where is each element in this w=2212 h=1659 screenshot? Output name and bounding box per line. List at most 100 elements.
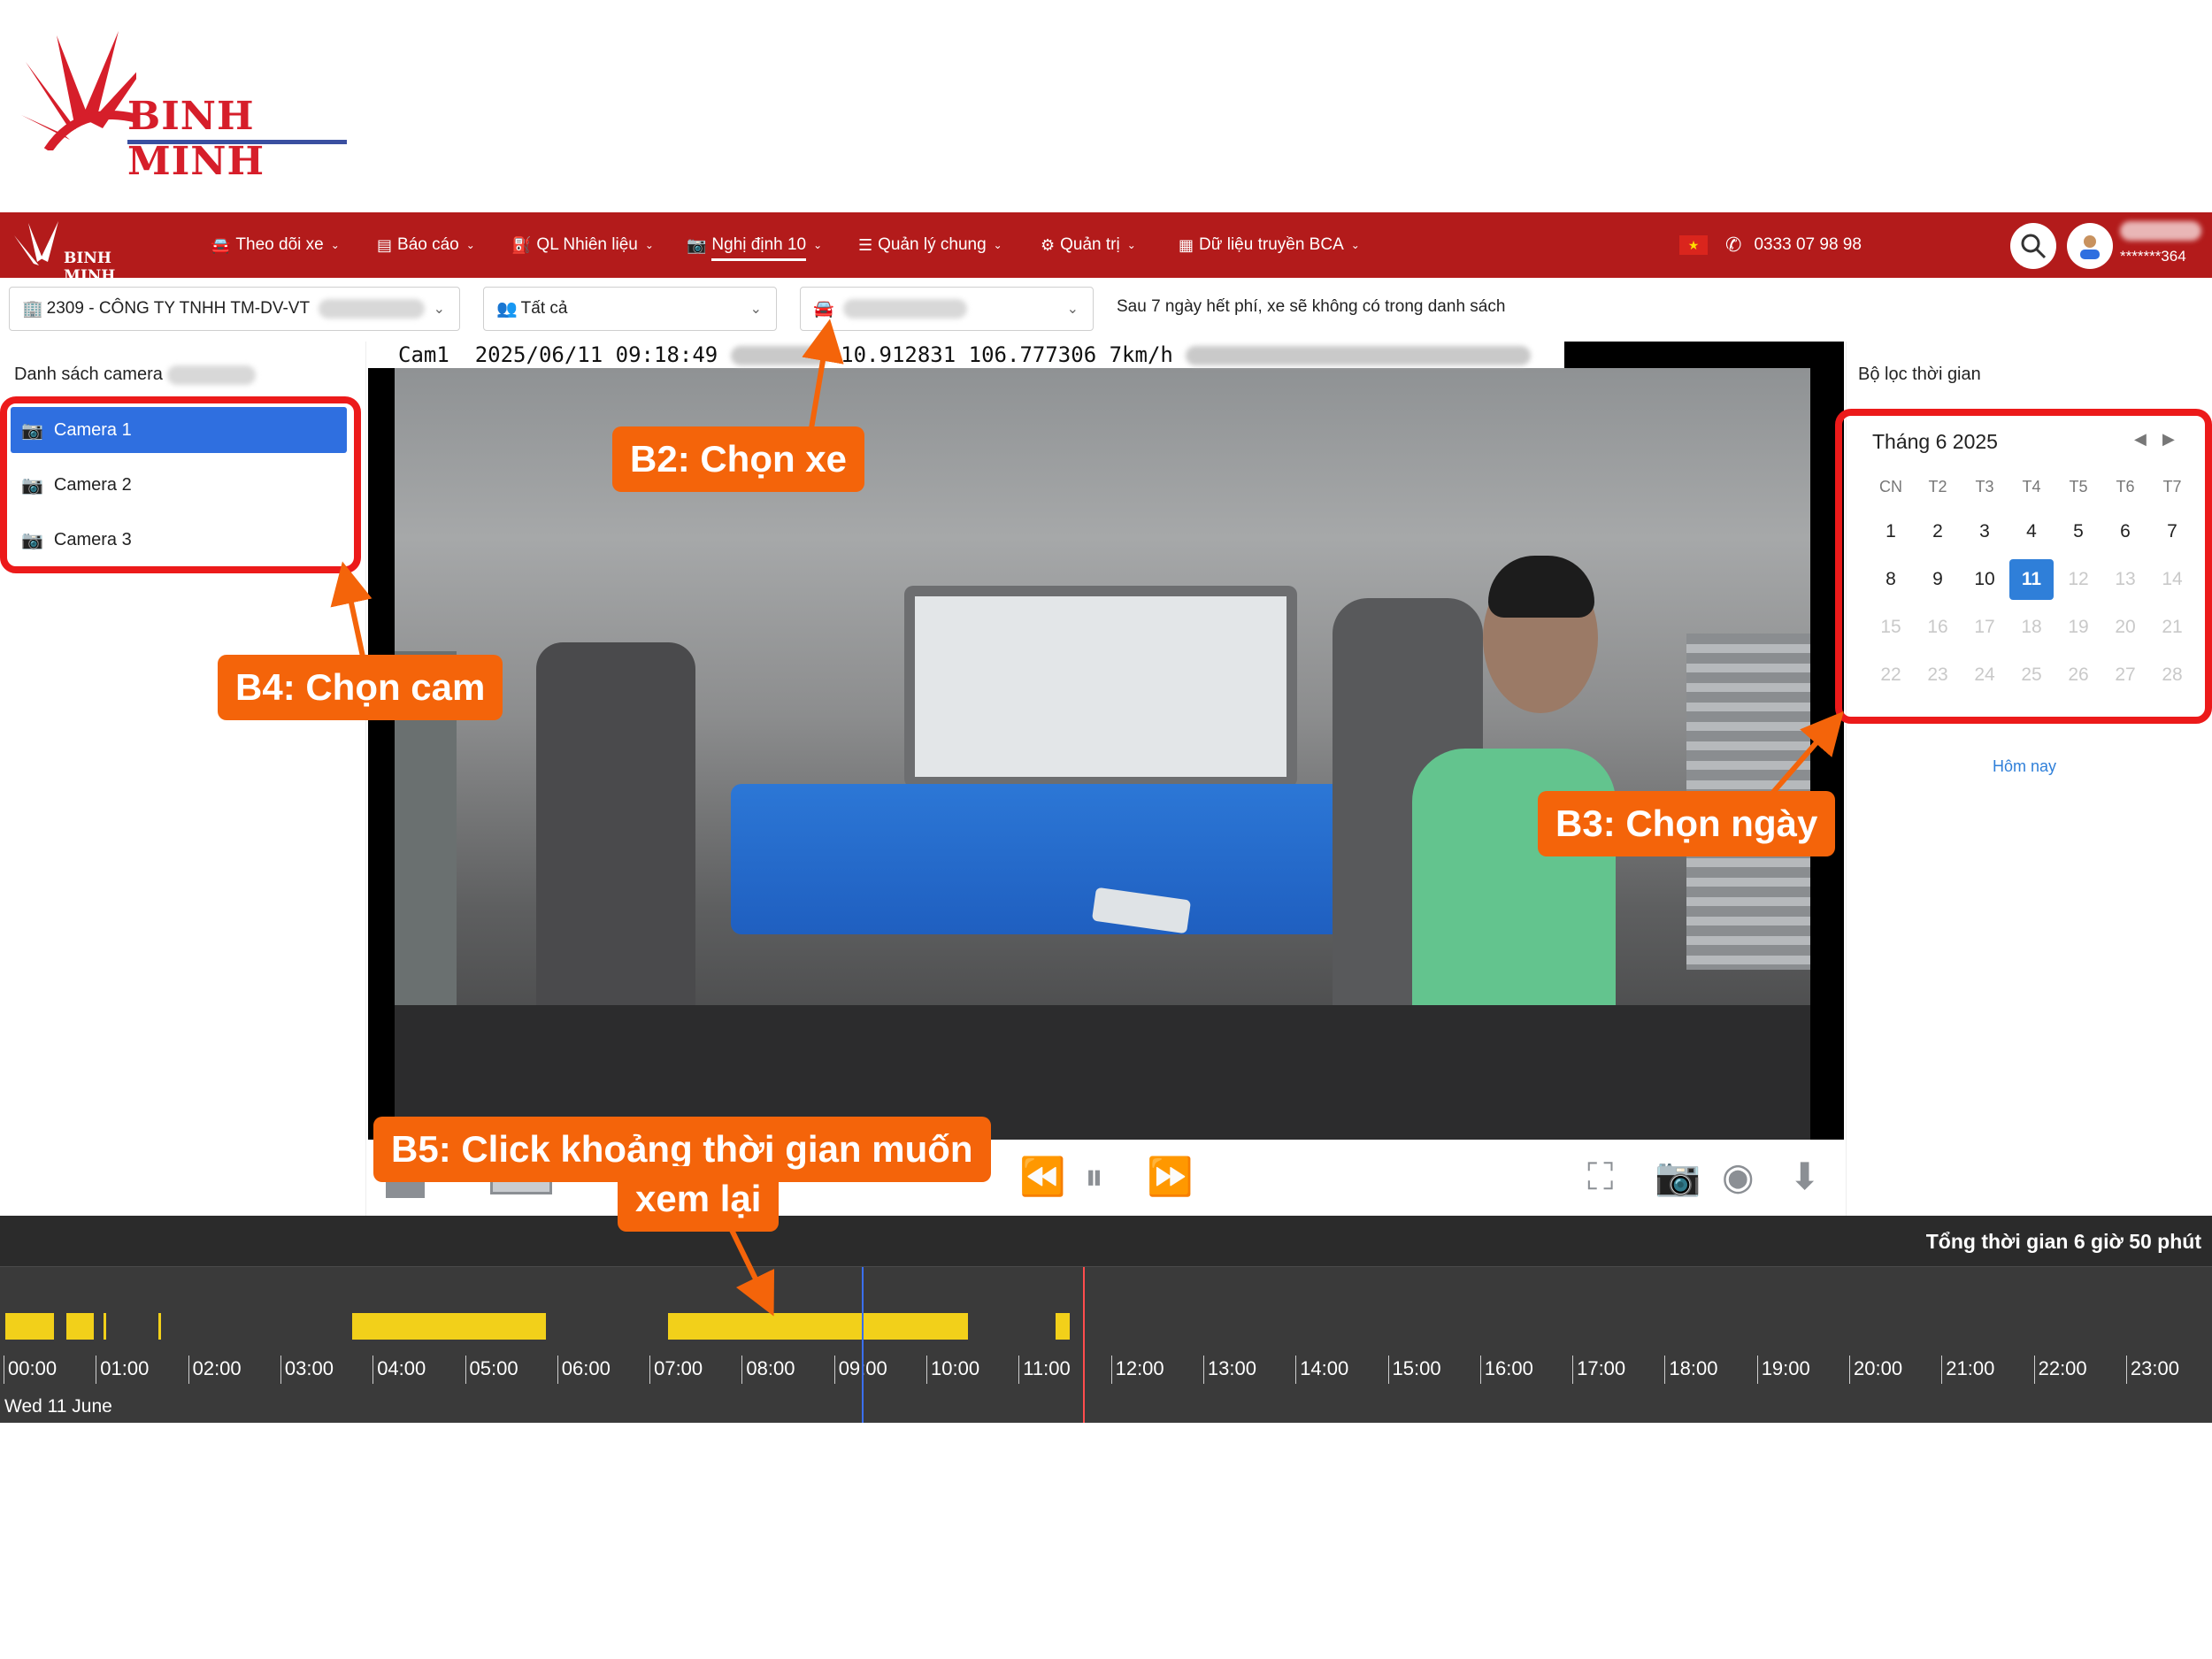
- nav-du-lieu-truyen-bca[interactable]: ▦ Dữ liệu truyền BCA ⌄: [1179, 212, 1360, 278]
- video-frame: [395, 368, 1810, 1140]
- timeline-hour-label: 12:00: [1110, 1356, 1164, 1384]
- brand-logo-text: BINH MINH: [127, 94, 265, 184]
- brand-logo-underline: [127, 140, 347, 144]
- timeline-hour-label: 01:00: [96, 1356, 149, 1384]
- gears-icon: ⚙: [1041, 235, 1056, 254]
- chevron-down-icon: ⌄: [1126, 239, 1136, 251]
- nav-quan-tri[interactable]: ⚙ Quản trị ⌄: [1041, 212, 1136, 278]
- timeline-hour-label: 04:00: [373, 1356, 426, 1384]
- callout-b5-line2: xem lại: [618, 1166, 780, 1232]
- company-select-value: 2309 - CÔNG TY TNHH TM-DV-VT: [46, 299, 311, 318]
- recorded-segment[interactable]: [1056, 1313, 1070, 1340]
- callout-b4: B4: Chọn cam: [218, 655, 503, 720]
- chevron-down-icon: ⌄: [993, 239, 1002, 251]
- recorded-segment[interactable]: [5, 1313, 55, 1340]
- zoom-button[interactable]: ⛶: [1587, 1157, 1613, 1196]
- timeline-hour-label: 21:00: [1941, 1356, 1994, 1384]
- chevron-down-icon: ⌄: [330, 239, 340, 251]
- nav-quan-ly-chung[interactable]: ☰ Quản lý chung ⌄: [858, 212, 1002, 278]
- time-filter-title: Bộ lọc thời gian: [1858, 365, 1981, 384]
- timeline-track[interactable]: [0, 1267, 2212, 1423]
- osd-coords: 10.912831 106.777306: [841, 342, 1097, 367]
- brand-logo: BINH MINH: [21, 27, 347, 184]
- rewind-icon: ⏪: [1019, 1156, 1066, 1197]
- pause-button[interactable]: ⏸: [1085, 1157, 1103, 1196]
- camera-list-title: Danh sách camera: [14, 365, 257, 385]
- nav-sun-logo-icon: [14, 221, 58, 265]
- zoom-focus-icon: ⛶: [1587, 1156, 1614, 1197]
- chevron-down-icon: ⌄: [465, 239, 475, 251]
- chevron-down-icon: ⌄: [813, 239, 823, 251]
- user-name-blurred: [2120, 221, 2201, 241]
- playback-cursor[interactable]: [861, 1267, 864, 1423]
- video-player[interactable]: [368, 342, 1844, 1140]
- recorded-segment[interactable]: [65, 1313, 95, 1340]
- timeline-hour-label: 00:00: [4, 1356, 57, 1384]
- nav-logo[interactable]: BINH MINH: [12, 218, 165, 285]
- download-arrow-icon: ⬇: [1789, 1156, 1821, 1197]
- pause-icon: ⏸: [1085, 1156, 1104, 1197]
- nav-theo-doi-xe[interactable]: 🚘 Theo dõi xe ⌄: [211, 212, 340, 278]
- rewind-button[interactable]: ⏪: [1019, 1157, 1065, 1196]
- timeline-hour-label: 08:00: [741, 1356, 795, 1384]
- chevron-down-icon: ⌄: [433, 302, 445, 317]
- timeline-hour-label: 14:00: [1295, 1356, 1348, 1384]
- company-name-blurred: [319, 299, 426, 319]
- company-select[interactable]: 🏢 2309 - CÔNG TY TNHH TM-DV-VT ⌄: [9, 287, 460, 331]
- car-icon: 🚘: [211, 235, 231, 254]
- callout-b3: B3: Chọn ngày: [1538, 791, 1836, 856]
- expiry-notice: Sau 7 ngày hết phí, xe sẽ không có trong…: [1117, 297, 1506, 316]
- vietnam-flag-icon[interactable]: ★: [1679, 235, 1708, 255]
- snapshot-button[interactable]: 📷: [1655, 1157, 1701, 1196]
- video-rear-window: [904, 586, 1297, 787]
- chevron-down-icon: ⌄: [1066, 302, 1079, 317]
- search-button[interactable]: [2010, 223, 2056, 269]
- recorded-segment[interactable]: [667, 1313, 968, 1340]
- timeline-hour-label: 05:00: [465, 1356, 518, 1384]
- today-link[interactable]: Hôm nay: [1993, 757, 2056, 776]
- users-icon: 👥: [496, 300, 518, 319]
- search-icon: [2021, 234, 2047, 259]
- hotline[interactable]: ✆ 0333 07 98 98: [1725, 212, 1862, 278]
- group-select[interactable]: 👥 Tất cả ⌄: [483, 287, 777, 331]
- nav-nghi-dinh-10[interactable]: 📷 Nghị định 10 ⌄: [687, 212, 822, 278]
- timeline-hour-label: 10:00: [926, 1356, 979, 1384]
- group-select-value: Tất cả: [520, 299, 568, 318]
- highlight-camera-list: [0, 396, 361, 573]
- timeline-hour-label: 19:00: [1756, 1356, 1810, 1384]
- avatar[interactable]: [2067, 223, 2113, 269]
- nav-bao-cao[interactable]: ▤ Báo cáo ⌄: [377, 212, 475, 278]
- recorded-segment[interactable]: [352, 1313, 547, 1340]
- vehicle-icon: 🚘: [813, 300, 834, 319]
- fast-forward-button[interactable]: ⏩: [1147, 1157, 1193, 1196]
- osd-cam: Cam1: [398, 342, 449, 367]
- fuel-icon: ⛽: [511, 235, 532, 254]
- report-icon: ▤: [377, 235, 393, 254]
- vehicle-plate-blurred: [842, 299, 967, 319]
- camera-icon: 📷: [687, 235, 707, 254]
- vehicle-select[interactable]: 🚘 ⌄: [800, 287, 1094, 331]
- recorded-segment[interactable]: [103, 1313, 106, 1340]
- timeline-hour-label: 18:00: [1664, 1356, 1717, 1384]
- hotline-number: 0333 07 98 98: [1754, 235, 1862, 254]
- fast-forward-icon: ⏩: [1147, 1156, 1194, 1197]
- timeline-hour-label: 07:00: [649, 1356, 703, 1384]
- nav-ql-nhien-lieu[interactable]: ⛽ QL Nhiên liệu ⌄: [511, 212, 654, 278]
- timeline-hour-label: 03:00: [280, 1356, 334, 1384]
- record-icon: ◉: [1722, 1156, 1755, 1197]
- chevron-down-icon: ⌄: [1350, 239, 1360, 251]
- document-icon: ▦: [1179, 235, 1194, 254]
- highlight-calendar: [1835, 409, 2212, 724]
- callout-b2: B2: Chọn xe: [612, 426, 865, 492]
- timeline-hour-label: 15:00: [1387, 1356, 1441, 1384]
- video-driver-hair: [1488, 556, 1594, 618]
- recorded-segment[interactable]: [158, 1313, 162, 1340]
- timeline-date-label: Wed 11 June: [4, 1396, 112, 1417]
- timeline-hour-label: 06:00: [557, 1356, 611, 1384]
- video-osd: Cam1 2025/06/11 09:18:49 10.912831 106.7…: [368, 342, 1564, 368]
- chevron-down-icon: ⌄: [644, 239, 654, 251]
- chevron-down-icon: ⌄: [749, 302, 762, 317]
- download-button[interactable]: ⬇: [1789, 1157, 1820, 1196]
- timeline-header: Tổng thời gian 6 giờ 50 phút: [0, 1216, 2212, 1267]
- record-button[interactable]: ◉: [1722, 1157, 1755, 1196]
